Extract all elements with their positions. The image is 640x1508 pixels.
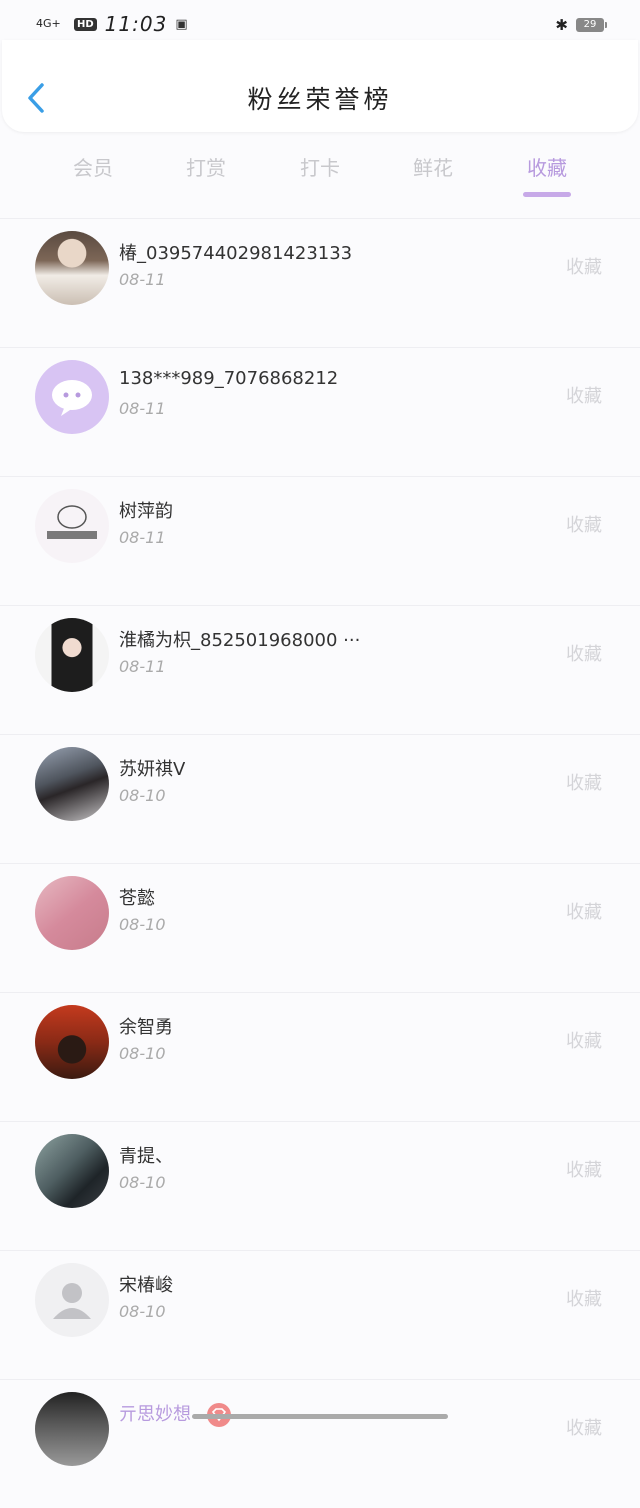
action-label: 收藏 — [566, 386, 602, 407]
signal-indicator: 4G+ — [36, 17, 61, 30]
default-user-icon — [53, 1283, 91, 1319]
action-label: 收藏 — [566, 515, 602, 536]
user-name: 椿_03957440298142313​3 — [119, 243, 353, 264]
action-label: 收藏 — [566, 1289, 602, 1310]
active-tab-indicator — [523, 192, 571, 197]
list-item[interactable]: 青提、 08-10 收藏 — [0, 1121, 640, 1250]
list-item[interactable]: 138***989_7076868212 08-11 收藏 — [0, 347, 640, 476]
follow-date: 08-11 — [119, 399, 166, 418]
list-item[interactable]: 亓思妙想 收藏 — [0, 1379, 640, 1508]
avatar — [35, 1134, 109, 1208]
action-label: 收藏 — [566, 257, 602, 278]
follow-date: 08-10 — [119, 1044, 166, 1063]
action-label: 收藏 — [566, 1031, 602, 1052]
avatar — [35, 1392, 109, 1466]
tab-bar: 会员 打赏 打卡 鲜花 收藏 — [0, 140, 640, 200]
tab-reward[interactable]: 打赏 — [166, 152, 246, 181]
fan-list: 椿_03957440298142313​3 08-11 收藏 138***989… — [0, 218, 640, 1508]
list-item[interactable]: 宋椿峻 08-10 收藏 — [0, 1250, 640, 1379]
follow-date: 08-11 — [119, 528, 166, 547]
battery-indicator: 29 — [576, 18, 607, 32]
action-label: 收藏 — [566, 773, 602, 794]
avatar — [35, 360, 109, 434]
list-item[interactable]: 树萍韵 08-11 收藏 — [0, 476, 640, 605]
list-item[interactable]: 苏妍祺V 08-10 收藏 — [0, 734, 640, 863]
tab-favorites[interactable]: 收藏 — [507, 152, 587, 181]
avatar — [35, 876, 109, 950]
list-item[interactable]: 椿_03957440298142313​3 08-11 收藏 — [0, 218, 640, 347]
page-title: 粉丝荣誉榜 — [247, 85, 393, 114]
avatar — [35, 1263, 109, 1337]
avatar — [35, 1005, 109, 1079]
action-label: 收藏 — [566, 1418, 602, 1439]
chat-bubble-icon — [52, 380, 92, 416]
user-name: 138***989_7076868212 — [119, 368, 339, 389]
cartoon-cat-icon — [47, 505, 97, 539]
avatar — [35, 618, 109, 692]
user-name: 淮橘为枳_852501968000 ··· — [119, 630, 359, 651]
user-name: 树萍韵 — [119, 501, 173, 522]
tab-checkin[interactable]: 打卡 — [280, 152, 360, 181]
avatar — [35, 489, 109, 563]
list-item[interactable]: 淮橘为枳_852501968000 ··· 08-11 收藏 — [0, 605, 640, 734]
user-name: 苍懿 — [119, 888, 155, 909]
user-name: 青提、 — [119, 1146, 173, 1167]
follow-date: 08-10 — [119, 786, 166, 805]
avatar — [35, 747, 109, 821]
tab-flowers[interactable]: 鲜花 — [393, 152, 473, 181]
follow-date: 08-11 — [119, 657, 166, 676]
follow-date: 08-10 — [119, 1173, 166, 1192]
hd-badge: HD — [74, 17, 97, 31]
bluetooth-icon: ✱ — [555, 16, 568, 34]
follow-date: 08-10 — [119, 1302, 166, 1321]
follow-date: 08-11 — [119, 270, 166, 289]
page-header: 粉丝荣誉榜 — [2, 40, 638, 132]
action-label: 收藏 — [566, 644, 602, 665]
notification-app-icon: ▣ — [175, 16, 188, 32]
list-item[interactable]: 苍懿 08-10 收藏 — [0, 863, 640, 992]
action-label: 收藏 — [566, 902, 602, 923]
user-name: 宋椿峻 — [119, 1275, 173, 1296]
follow-date: 08-10 — [119, 915, 166, 934]
action-label: 收藏 — [566, 1160, 602, 1181]
home-indicator[interactable] — [192, 1414, 448, 1419]
user-name: 余智勇 — [119, 1017, 173, 1038]
clock: 11:03 — [104, 12, 168, 36]
tab-member[interactable]: 会员 — [53, 152, 133, 181]
avatar — [35, 231, 109, 305]
list-item[interactable]: 余智勇 08-10 收藏 — [0, 992, 640, 1121]
user-name: 苏妍祺V — [119, 759, 186, 780]
